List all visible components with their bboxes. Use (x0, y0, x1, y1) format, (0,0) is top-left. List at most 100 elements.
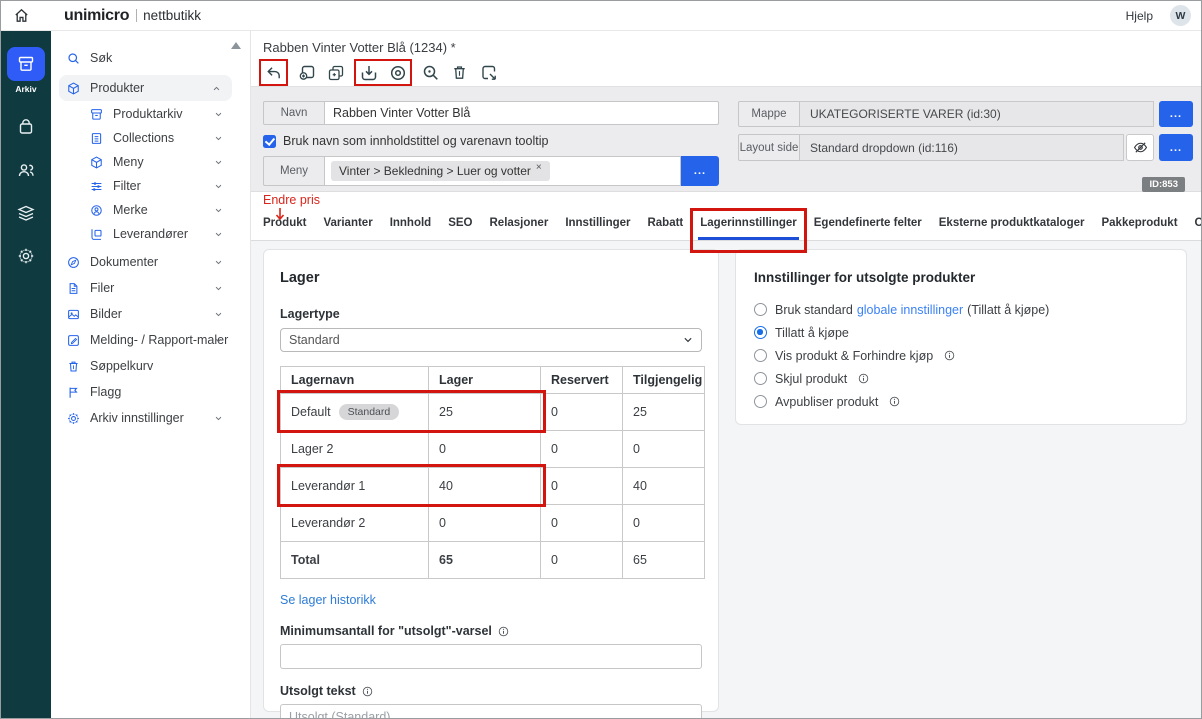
brand-suffix: nettbutikk (143, 8, 201, 23)
chevron-down-icon (213, 335, 224, 346)
radio-label: Avpubliser produkt (775, 395, 878, 409)
sidebar-item-label: Collections (113, 131, 174, 145)
sidebar-item-filter[interactable]: Filter (51, 174, 250, 198)
menu-tag-remove-icon[interactable]: × (536, 163, 542, 173)
layers-icon[interactable] (16, 203, 36, 223)
soldout-heading: Innstillinger for utsolgte produkter (754, 270, 1168, 285)
copy-add-icon[interactable] (325, 62, 346, 83)
gear-icon (66, 411, 81, 426)
min-soldout-label-row: Minimumsantall for "utsolgt"-varsel (280, 624, 702, 638)
radio-button[interactable] (754, 372, 767, 385)
sidebar-item-merke[interactable]: Merke (51, 198, 250, 222)
radio-button-selected[interactable] (754, 326, 767, 339)
cube-icon (89, 155, 104, 170)
help-link[interactable]: Hjelp (1126, 9, 1153, 23)
tab-innstillinger[interactable]: Innstillinger (565, 217, 630, 240)
tab-seo[interactable]: SEO (448, 217, 472, 240)
sidebar-item-flagg[interactable]: Flagg (51, 379, 250, 405)
radio-button[interactable] (754, 303, 767, 316)
stock-cell: 40 (429, 468, 541, 505)
folder-more-button[interactable]: ... (1159, 101, 1193, 127)
tab-pakkeprodukt[interactable]: Pakkeprodukt (1101, 217, 1177, 240)
sidebar-item-bilder[interactable]: Bilder (51, 301, 250, 327)
chevron-down-icon (213, 309, 224, 320)
reserved-cell: 0 (541, 431, 623, 468)
delete-icon[interactable] (449, 62, 470, 83)
list-icon (89, 131, 104, 146)
warehouse-name: Leverandør 2 (281, 505, 429, 542)
sidebar-item-label: Dokumenter (90, 255, 158, 269)
shopping-bag-icon[interactable] (16, 117, 36, 137)
image-icon (66, 307, 81, 322)
stock-history-link[interactable]: Se lager historikk (280, 593, 376, 607)
total-available-cell: 65 (623, 542, 705, 579)
lagertype-label: Lagertype (280, 307, 702, 321)
download-icon[interactable] (358, 62, 379, 83)
lagertype-select[interactable]: Standard (280, 328, 702, 352)
sidebar-item-produktarkiv[interactable]: Produktarkiv (51, 102, 250, 126)
sidebar-item-dokumenter[interactable]: Dokumenter (51, 249, 250, 275)
cube-icon (66, 81, 81, 96)
menu-more-button[interactable]: ... (681, 156, 719, 186)
sidebar-item-produkter[interactable]: Produkter (59, 75, 232, 101)
soldout-text-input[interactable] (280, 704, 702, 719)
chevron-down-icon (213, 229, 224, 240)
tab-om-produktet[interactable]: Om produktet (1195, 217, 1202, 240)
sidebar-item-leverandorer[interactable]: Leverandører (51, 222, 250, 246)
gear-icon[interactable] (16, 246, 36, 266)
user-avatar[interactable]: W (1170, 5, 1191, 26)
table-row: Lager 2 0 0 0 (281, 431, 705, 468)
info-icon (857, 372, 870, 385)
global-settings-link[interactable]: globale innstillinger (857, 303, 963, 317)
chevron-down-icon (213, 157, 224, 168)
tab-egendefinerte-felter[interactable]: Egendefinerte felter (814, 217, 922, 240)
zoom-search-icon[interactable] (420, 62, 441, 83)
rail-item-arkiv[interactable] (7, 47, 45, 81)
radio-button[interactable] (754, 395, 767, 408)
preview-eye-icon[interactable] (387, 62, 408, 83)
stock-cell: 0 (429, 431, 541, 468)
sidebar-item-meny[interactable]: Meny (51, 150, 250, 174)
radio-label-pre: Bruk standard (775, 303, 853, 317)
sidebar-item-soppelkurv[interactable]: Søppelkurv (51, 353, 250, 379)
sidebar-item-melding-rapport-maler[interactable]: Melding- / Rapport-maler (51, 327, 250, 353)
tab-lagerinnstillinger[interactable]: Lagerinnstillinger (700, 217, 797, 240)
info-icon (888, 395, 901, 408)
tab-innhold[interactable]: Innhold (390, 217, 432, 240)
product-name-input[interactable] (325, 101, 719, 125)
name-tooltip-checkbox[interactable] (263, 135, 276, 148)
info-icon (361, 685, 374, 698)
folder-field-label: Mappe (738, 101, 800, 127)
eye-off-button[interactable] (1126, 134, 1154, 161)
sidebar-item-filer[interactable]: Filer (51, 275, 250, 301)
sidebar-item-label: Søk (90, 51, 112, 65)
supplier-icon (89, 227, 104, 242)
sidebar-item-arkiv-innstillinger[interactable]: Arkiv innstillinger (51, 405, 250, 431)
chevron-down-icon (213, 257, 224, 268)
min-soldout-input[interactable] (280, 644, 702, 669)
chevron-down-icon (213, 109, 224, 120)
product-id-badge: ID:853 (1142, 177, 1185, 192)
tab-relasjoner[interactable]: Relasjoner (490, 217, 549, 240)
page-title: Rabben Vinter Votter Blå (1234) * (263, 40, 456, 55)
layout-more-button[interactable]: ... (1159, 134, 1193, 161)
undo-icon[interactable] (263, 62, 284, 83)
tab-rabatt[interactable]: Rabatt (647, 217, 683, 240)
sidebar-item-sok[interactable]: Søk (51, 45, 250, 71)
duplicate-add-icon[interactable] (296, 62, 317, 83)
tab-varianter[interactable]: Varianter (323, 217, 372, 240)
badge-icon (89, 203, 104, 218)
folder-field-row: Mappe UKATEGORISERTE VARER (id:30) ... (738, 101, 1193, 127)
menu-field[interactable]: Vinter > Bekledning > Luer og votter × (325, 156, 681, 186)
radio-button[interactable] (754, 349, 767, 362)
home-icon[interactable] (12, 6, 31, 25)
export-icon[interactable] (478, 62, 499, 83)
flag-icon (66, 385, 81, 400)
standard-badge: Standard (339, 404, 400, 420)
users-icon[interactable] (16, 160, 36, 180)
radio-option-global: Bruk standardglobale innstillinger(Tilla… (754, 298, 1168, 321)
tab-eksterne-produktkataloger[interactable]: Eksterne produktkataloger (939, 217, 1085, 240)
available-cell: 40 (623, 468, 705, 505)
sidebar-item-collections[interactable]: Collections (51, 126, 250, 150)
sidebar-item-label: Produkter (90, 81, 144, 95)
